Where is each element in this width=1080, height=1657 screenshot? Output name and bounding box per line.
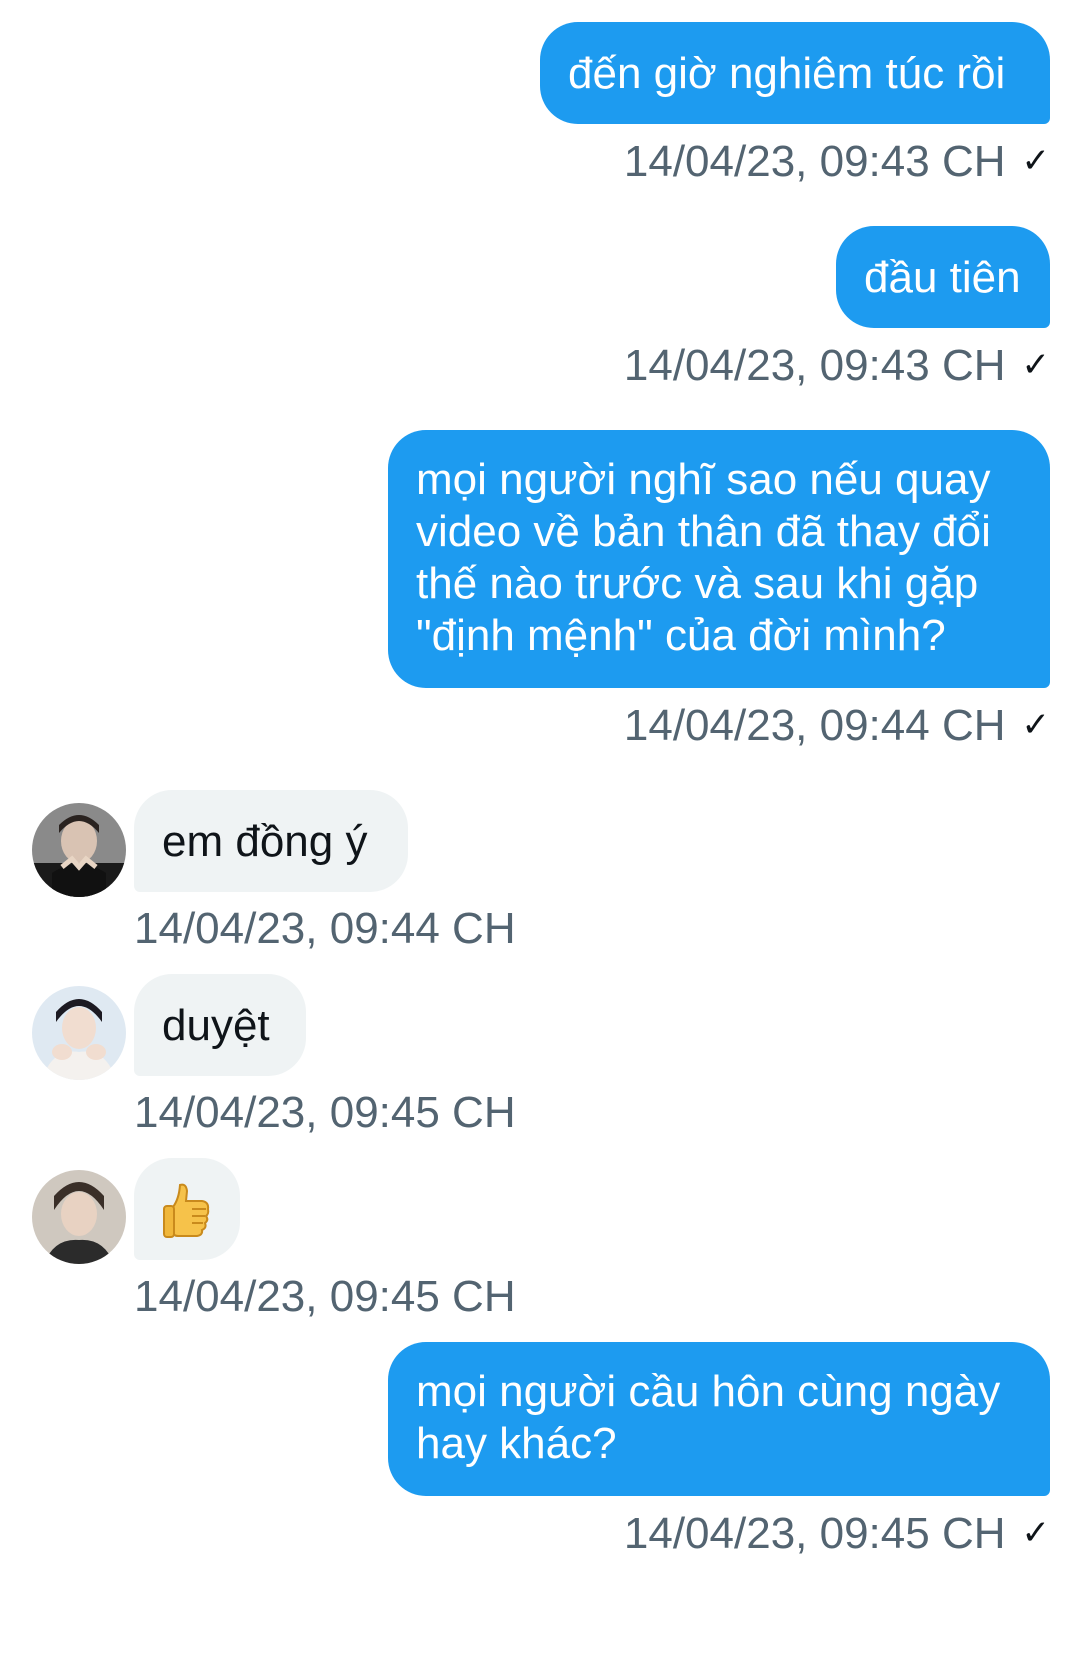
- outgoing-message-bubble[interactable]: mọi người cầu hôn cùng ngày hay khác?: [388, 1342, 1050, 1496]
- message-text-line: mọi người nghĩ sao nếu quay: [416, 455, 991, 504]
- sent-check-icon: ✓: [1021, 346, 1051, 384]
- message-text-line: mọi người cầu hôn cùng ngày: [416, 1367, 1001, 1416]
- message-timestamp: 14/04/23, 09:45 CH: [134, 1088, 516, 1137]
- sent-check-icon: ✓: [1021, 1514, 1051, 1552]
- avatar-user-3-image: [32, 1170, 126, 1264]
- message-text-line: hay khác?: [416, 1419, 617, 1468]
- outgoing-message-bubble[interactable]: đến giờ nghiêm túc rồi: [540, 22, 1050, 124]
- message-timestamp: 14/04/23, 09:43 CH ✓: [623, 341, 1051, 390]
- sent-check-icon: ✓: [1021, 142, 1051, 180]
- outgoing-message-bubble[interactable]: mọi người nghĩ sao nếu quay video về bản…: [388, 430, 1050, 688]
- message-text: duyệt: [162, 1001, 270, 1050]
- message-text: em đồng ý: [162, 817, 368, 866]
- avatar-user-1-image: [32, 803, 126, 897]
- incoming-message-bubble[interactable]: duyệt: [134, 974, 306, 1076]
- avatar[interactable]: [32, 986, 126, 1080]
- incoming-message-bubble[interactable]: [134, 1158, 240, 1260]
- message-timestamp: 14/04/23, 09:45 CH: [134, 1272, 516, 1321]
- incoming-message-bubble[interactable]: em đồng ý: [134, 790, 408, 892]
- message-text: đầu tiên: [864, 253, 1021, 302]
- message-timestamp: 14/04/23, 09:44 CH: [134, 904, 516, 953]
- message-timestamp: 14/04/23, 09:45 CH ✓: [623, 1509, 1051, 1558]
- avatar[interactable]: [32, 1170, 126, 1264]
- message-text-line: "định mệnh" của đời mình?: [416, 611, 946, 660]
- thumbs-up-icon: [163, 1184, 210, 1239]
- message-text-line: video về bản thân đã thay đổi: [416, 507, 991, 556]
- outgoing-message-bubble[interactable]: đầu tiên: [836, 226, 1050, 328]
- sent-check-icon: ✓: [1021, 706, 1051, 744]
- message-timestamp: 14/04/23, 09:43 CH ✓: [623, 137, 1051, 186]
- conversation-thread: đến giờ nghiêm túc rồi 14/04/23, 09:43 C…: [0, 0, 1080, 1657]
- avatar-user-2-image: [32, 986, 126, 1080]
- avatar[interactable]: [32, 803, 126, 897]
- message-text: đến giờ nghiêm túc rồi: [568, 49, 1006, 98]
- message-timestamp: 14/04/23, 09:44 CH ✓: [623, 701, 1051, 750]
- message-text-line: thế nào trước và sau khi gặp: [416, 559, 979, 608]
